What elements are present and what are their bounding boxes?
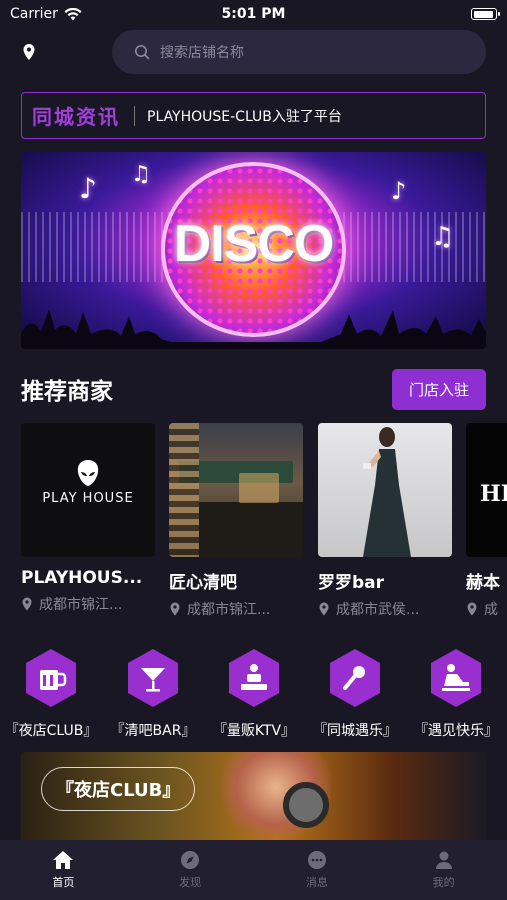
location-pin-icon [22,597,32,611]
wifi-icon [64,7,82,20]
woman-in-dress-figure [363,427,411,557]
club-promo-banner[interactable]: 『夜店CLUB』 [21,752,486,840]
tab-home[interactable]: 首页 [0,840,127,900]
merchant-thumbnail: PLAY HOUSE [21,423,155,557]
merchant-address: 成 [466,599,507,619]
tab-profile[interactable]: 我的 [380,840,507,900]
bottom-tab-bar: 首页 发现 消息 我的 [0,840,507,900]
user-icon [435,851,452,869]
category-meetup[interactable]: 『同城遇乐』 [305,648,405,740]
merchant-card[interactable]: HE 赫本 成 [466,423,507,619]
status-bar: Carrier 5:01 PM [0,0,507,28]
merchant-card[interactable]: 匠心清吧 成都市锦江... [169,423,303,619]
music-note-icon: ♫ [431,222,455,252]
merchant-address: 成都市锦江... [169,599,303,619]
music-note-icon: ♫ [131,162,151,187]
location-pin-icon [467,602,477,616]
alien-logo-icon [77,460,99,486]
news-text[interactable]: PLAYHOUSE-CLUB入驻了平台 [147,106,342,126]
merchant-card[interactable]: PLAY HOUSE PLAYHOUS... 成都市锦江... [21,423,155,614]
merchant-address-text: 成 [484,602,498,618]
merchant-name: 匠心清吧 [169,573,237,593]
promo-label: 『夜店CLUB』 [41,767,196,811]
category-label: 『遇见快乐』 [414,723,498,739]
banner-title: DISCO [173,215,335,273]
location-pin-icon[interactable] [20,43,38,61]
search-row: 搜索店铺名称 [0,30,507,74]
disco-banner[interactable]: DISCO ♪ ♫ ♪ ♫ [21,152,486,349]
chat-icon [307,851,326,869]
tab-label: 消息 [305,876,328,889]
merchant-thumbnail [169,423,303,557]
tab-label: 首页 [52,876,75,889]
massage-icon [431,649,481,707]
store-join-button[interactable]: 门店入驻 [392,368,486,410]
location-pin-icon [319,602,329,616]
music-note-icon: ♪ [391,177,407,205]
category-label: 『量贩KTV』 [212,723,296,739]
merchant-address-text: 成都市锦江... [39,597,123,613]
tab-label: 发现 [179,876,202,889]
tab-messages[interactable]: 消息 [254,840,381,900]
search-input[interactable]: 搜索店铺名称 [112,30,486,74]
merchant-address: 成都市武侯... [318,599,452,619]
battery-icon [471,8,500,20]
news-divider [134,105,135,126]
beer-mug-icon [26,649,76,707]
section-title: 推荐商家 [21,379,113,405]
merchant-address-text: 成都市锦江... [187,602,271,618]
tab-discover[interactable]: 发现 [127,840,254,900]
headphones-icon [283,782,329,828]
search-placeholder: 搜索店铺名称 [160,45,244,61]
category-bar[interactable]: 『清吧BAR』 [103,648,203,740]
music-note-icon: ♪ [79,172,97,205]
home-icon [53,851,74,869]
microphone-icon [330,649,380,707]
category-ktv[interactable]: 『量贩KTV』 [204,648,304,740]
ktv-booth-icon [229,649,279,707]
search-icon [135,45,150,60]
merchant-name: 罗罗bar [318,573,385,593]
merchant-address-text: 成都市武侯... [336,602,420,618]
recommend-header: 推荐商家 门店入驻 [21,368,486,410]
category-grid: 『夜店CLUB』 『清吧BAR』 『量贩KTV』 『同城遇乐』 『遇见快乐』 [0,648,507,740]
merchant-logo-text: HE [480,481,507,507]
compass-icon [181,851,200,869]
category-label: 『夜店CLUB』 [4,723,98,739]
merchant-thumbnail [318,423,452,557]
carrier-label: Carrier [10,6,58,22]
location-pin-icon [170,602,180,616]
cocktail-glass-icon [128,649,178,707]
category-happy[interactable]: 『遇见快乐』 [406,648,506,740]
category-label: 『清吧BAR』 [110,723,196,739]
category-label: 『同城遇乐』 [313,723,397,739]
news-title: 同城资讯 [32,105,120,129]
news-ticker[interactable]: 同城资讯 PLAYHOUSE-CLUB入驻了平台 [21,92,486,139]
merchant-list[interactable]: PLAY HOUSE PLAYHOUS... 成都市锦江... 匠心清吧 成都市… [21,423,507,623]
tab-label: 我的 [432,876,455,889]
merchant-thumbnail: HE [466,423,507,557]
merchant-name: PLAYHOUS... [21,568,143,588]
merchant-address: 成都市锦江... [21,594,155,614]
merchant-name: 赫本 [466,573,500,593]
crowd-silhouette [21,309,486,349]
category-club[interactable]: 『夜店CLUB』 [1,648,101,740]
merchant-card[interactable]: 罗罗bar 成都市武侯... [318,423,452,619]
status-left: Carrier [10,6,82,22]
merchant-logo-text: PLAY HOUSE [42,491,134,506]
